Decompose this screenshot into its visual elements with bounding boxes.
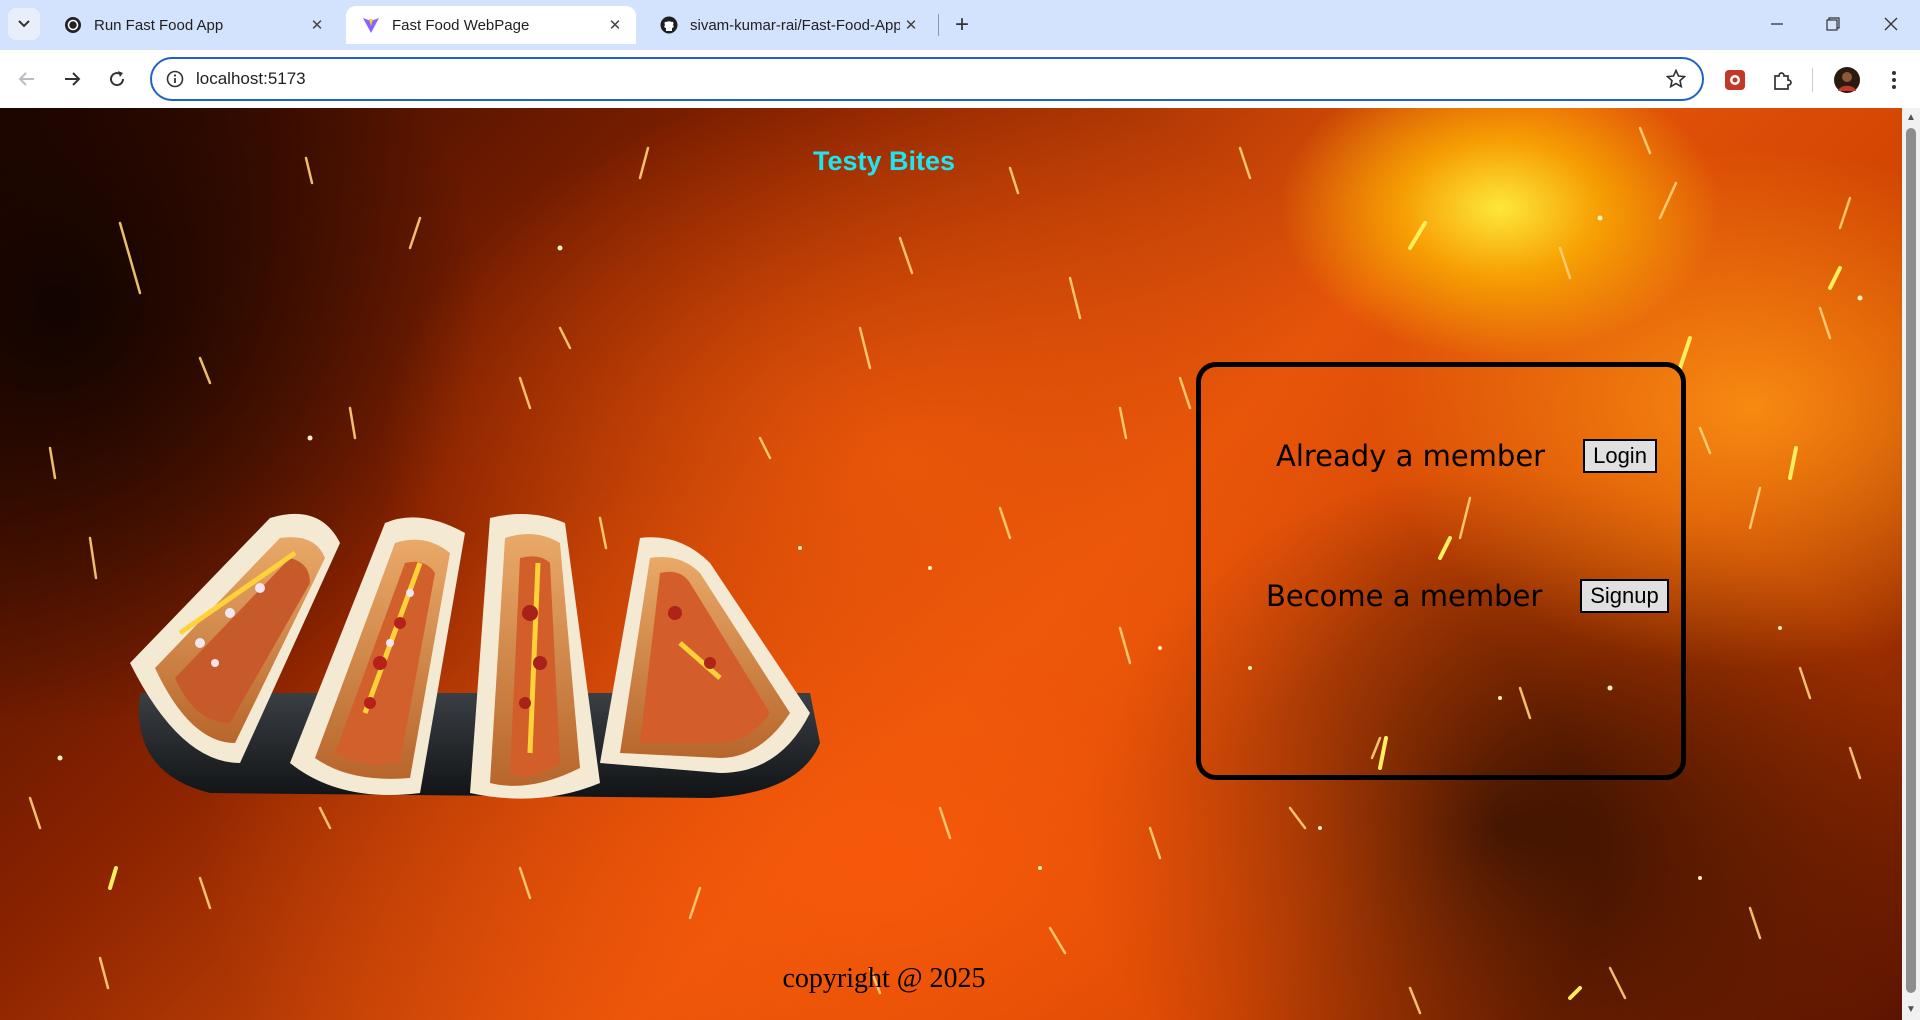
browser-window: Run Fast Food App ✕ Fast Food WebPage ✕ … bbox=[0, 0, 1920, 1020]
back-button[interactable] bbox=[9, 61, 45, 97]
login-prompt: Already a member bbox=[1276, 439, 1546, 473]
footer-copyright: copyright @ 2025 bbox=[782, 963, 986, 994]
openai-icon bbox=[64, 16, 82, 34]
page-scrollbar[interactable]: ▲ ▼ bbox=[1902, 108, 1920, 1020]
site-title: Testy Bites bbox=[812, 146, 956, 176]
close-icon[interactable]: ✕ bbox=[900, 14, 922, 36]
reload-icon bbox=[110, 71, 125, 87]
restore-button[interactable] bbox=[1810, 6, 1856, 42]
scroll-up-arrow-icon[interactable]: ▲ bbox=[1906, 112, 1916, 123]
extensions-puzzle-icon[interactable] bbox=[1767, 65, 1797, 95]
tab-github-repo[interactable]: sivam-kumar-rai/Fast-Food-App ✕ bbox=[644, 6, 934, 44]
login-button[interactable]: Login bbox=[1583, 439, 1657, 473]
tab-fast-food-webpage[interactable]: Fast Food WebPage ✕ bbox=[346, 6, 636, 44]
close-icon bbox=[1884, 17, 1898, 31]
login-row: Already a member Login bbox=[1276, 439, 1657, 473]
close-icon[interactable]: ✕ bbox=[306, 14, 328, 36]
address-bar[interactable]: localhost:5173 bbox=[150, 57, 1704, 101]
member-card: Already a member Login Become a member S… bbox=[1196, 362, 1686, 780]
url-text[interactable]: localhost:5173 bbox=[196, 69, 306, 89]
close-icon[interactable]: ✕ bbox=[604, 14, 626, 36]
github-icon bbox=[660, 16, 678, 34]
scrollbar-thumb[interactable] bbox=[1906, 128, 1916, 993]
arrow-left-icon bbox=[18, 72, 34, 86]
signup-row: Become a member Signup bbox=[1266, 579, 1669, 613]
close-window-button[interactable] bbox=[1868, 6, 1914, 42]
chevron-down-icon bbox=[18, 20, 30, 28]
bookmark-star-icon[interactable] bbox=[1664, 67, 1688, 91]
minimize-button[interactable] bbox=[1754, 6, 1800, 42]
new-tab-button[interactable]: + bbox=[947, 10, 977, 40]
tab-title: Fast Food WebPage bbox=[392, 16, 530, 34]
page-viewport: Testy Bites Already a member Login Becom… bbox=[0, 108, 1902, 1020]
tab-title: Run Fast Food App bbox=[94, 16, 224, 34]
toolbar-separator bbox=[1812, 68, 1813, 92]
scroll-down-arrow-icon[interactable]: ▼ bbox=[1906, 1004, 1916, 1015]
tab-search-button[interactable] bbox=[8, 8, 40, 40]
browser-toolbar: localhost:5173 bbox=[0, 50, 1920, 108]
plus-icon: + bbox=[954, 11, 969, 38]
signup-button[interactable]: Signup bbox=[1580, 579, 1669, 613]
menu-kebab-icon[interactable] bbox=[1879, 65, 1909, 95]
restore-icon bbox=[1826, 17, 1840, 31]
avatar[interactable] bbox=[1832, 65, 1862, 95]
vite-icon bbox=[362, 16, 380, 34]
signup-prompt: Become a member bbox=[1266, 579, 1543, 613]
tab-title: sivam-kumar-rai/Fast-Food-App bbox=[690, 16, 900, 34]
site-info-icon[interactable] bbox=[164, 68, 186, 90]
minimize-icon bbox=[1771, 23, 1783, 25]
tab-separator bbox=[938, 14, 939, 36]
tab-run-fast-food-app[interactable]: Run Fast Food App ✕ bbox=[48, 6, 338, 44]
extension-icon[interactable] bbox=[1720, 65, 1750, 95]
reload-button[interactable] bbox=[99, 61, 135, 97]
tab-strip: Run Fast Food App ✕ Fast Food WebPage ✕ … bbox=[0, 0, 1920, 50]
forward-button[interactable] bbox=[54, 61, 90, 97]
arrow-right-icon bbox=[65, 72, 81, 86]
hot-dogs-tray-image bbox=[130, 513, 820, 799]
